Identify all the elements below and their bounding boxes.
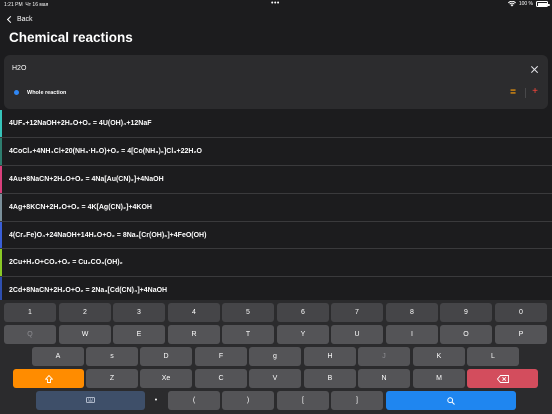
key-d[interactable]: D: [140, 347, 192, 366]
search-input[interactable]: H2O: [12, 65, 26, 72]
reaction-text: 4UF₆+12NaOH+2H₂O+O₂ = 4U(OH)₄+12NaF: [9, 119, 152, 127]
key-4[interactable]: 4: [168, 303, 220, 322]
reaction-text: 4Au+8NaCN+2H₂O+O₂ = 4Na[Au(CN)₂]+4NaOH: [9, 175, 164, 183]
key-n[interactable]: N: [358, 369, 410, 388]
reaction-row[interactable]: 2Cu+H₂O+CO₂+O₂ = Cu₂CO₃(OH)₂: [0, 249, 552, 278]
color-marker: [0, 110, 2, 137]
key-7[interactable]: 7: [331, 303, 383, 322]
key-bullet[interactable]: •: [147, 391, 165, 410]
color-marker: [0, 221, 2, 249]
keyboard-icon: [86, 397, 95, 403]
filter-panel: H2O Whole reaction = +: [4, 55, 548, 109]
close-icon[interactable]: [530, 65, 538, 73]
key-e[interactable]: E: [113, 325, 165, 344]
key-2[interactable]: 2: [59, 303, 111, 322]
key-v[interactable]: V: [249, 369, 301, 388]
key-6[interactable]: 6: [277, 303, 329, 322]
equals-icon[interactable]: =: [510, 88, 516, 98]
key-b[interactable]: B: [304, 369, 356, 388]
mode-indicator-dot: [14, 90, 19, 95]
reaction-row[interactable]: 4CoCl₂+4NH₄Cl+20(NH₃·H₂O)+O₂ = 4[Co(NH₃)…: [0, 137, 552, 166]
key-r[interactable]: R: [168, 325, 220, 344]
key-h[interactable]: H: [304, 347, 356, 366]
add-icon[interactable]: +: [532, 87, 538, 97]
reaction-text: 4CoCl₂+4NH₄Cl+20(NH₃·H₂O)+O₂ = 4[Co(NH₃)…: [9, 147, 203, 155]
shift-icon: [44, 374, 53, 383]
wifi-icon: [507, 1, 516, 7]
multitasking-dots-icon[interactable]: •••: [271, 0, 280, 7]
key-j[interactable]: J: [358, 347, 410, 366]
reaction-text: 4(Cr₂Fe)O₄+24NaOH+14H₂O+O₂ = 8Na₃[Cr(OH)…: [9, 231, 207, 239]
key-close-paren[interactable]: ): [222, 391, 274, 410]
key-8[interactable]: 8: [386, 303, 438, 322]
key-9[interactable]: 9: [440, 303, 492, 322]
keyboard-switch-key[interactable]: [36, 391, 145, 410]
key-t[interactable]: T: [222, 325, 274, 344]
chevron-left-icon: [6, 15, 15, 23]
key-q[interactable]: Q: [4, 325, 56, 344]
key-g[interactable]: g: [249, 347, 301, 366]
key-k[interactable]: K: [413, 347, 465, 366]
reaction-row[interactable]: 4Au+8NaCN+2H₂O+O₂ = 4Na[Au(CN)₂]+4NaOH: [0, 165, 552, 194]
key-l[interactable]: L: [467, 347, 519, 366]
key-open-paren[interactable]: (: [168, 391, 220, 410]
battery-percent: 100 %: [518, 1, 533, 7]
battery-icon: [536, 1, 550, 7]
status-bar: 1:21 PM Чт 16 мая ••• 100 %: [0, 0, 552, 10]
reaction-row[interactable]: 4(Cr₂Fe)O₄+24NaOH+14H₂O+O₂ = 8Na₃[Cr(OH)…: [0, 221, 552, 250]
reaction-row[interactable]: 4UF₆+12NaOH+2H₂O+O₂ = 4U(OH)₄+12NaF: [0, 110, 552, 138]
color-marker: [0, 249, 2, 277]
key-0[interactable]: 0: [495, 303, 547, 322]
key-p[interactable]: P: [495, 325, 547, 344]
key-u[interactable]: U: [331, 325, 383, 344]
key-open-bracket[interactable]: [: [277, 391, 329, 410]
search-key[interactable]: [386, 391, 516, 410]
page-title: Chemical reactions: [9, 30, 133, 45]
delete-icon: [496, 374, 509, 383]
back-label: Back: [17, 15, 33, 23]
key-3[interactable]: 3: [113, 303, 165, 322]
color-marker: [0, 165, 2, 193]
key-5[interactable]: 5: [222, 303, 274, 322]
key-s[interactable]: s: [86, 347, 138, 366]
keyboard: 1 2 3 4 5 6 7 8 9 0 Q W E R T Y U I O P …: [0, 300, 552, 414]
key-y[interactable]: Y: [277, 325, 329, 344]
shift-key[interactable]: [13, 369, 84, 388]
key-i[interactable]: I: [386, 325, 438, 344]
key-f[interactable]: F: [195, 347, 247, 366]
reaction-text: 2Cu+H₂O+CO₂+O₂ = Cu₂CO₃(OH)₂: [9, 259, 123, 267]
color-marker: [0, 137, 2, 165]
divider: [525, 88, 526, 98]
reaction-text: 4Ag+8KCN+2H₂O+O₂ = 4K[Ag(CN)₂]+4KOH: [9, 203, 152, 211]
key-z[interactable]: Z: [86, 369, 138, 388]
key-c[interactable]: C: [195, 369, 247, 388]
key-m[interactable]: M: [413, 369, 465, 388]
key-close-bracket[interactable]: ]: [331, 391, 383, 410]
status-right: 100 %: [507, 1, 550, 7]
color-marker: [0, 193, 2, 221]
mode-label[interactable]: Whole reaction: [27, 90, 66, 96]
reaction-row[interactable]: 4Ag+8KCN+2H₂O+O₂ = 4K[Ag(CN)₂]+4KOH: [0, 193, 552, 222]
back-button[interactable]: Back: [6, 14, 33, 24]
key-xe[interactable]: Xe: [140, 369, 192, 388]
status-time: 1:21 PM Чт 16 мая: [4, 2, 49, 8]
key-w[interactable]: W: [59, 325, 111, 344]
search-icon: [447, 396, 455, 405]
reaction-text: 2Cd+8NaCN+2H₂O+O₂ = 2Na₃[Cd(CN)₄]+4NaOH: [9, 287, 168, 295]
key-1[interactable]: 1: [4, 303, 56, 322]
delete-key[interactable]: [467, 369, 538, 388]
key-a[interactable]: A: [32, 347, 84, 366]
reaction-list: 4UF₆+12NaOH+2H₂O+O₂ = 4U(OH)₄+12NaF 4CoC…: [0, 110, 552, 306]
key-o[interactable]: O: [440, 325, 492, 344]
